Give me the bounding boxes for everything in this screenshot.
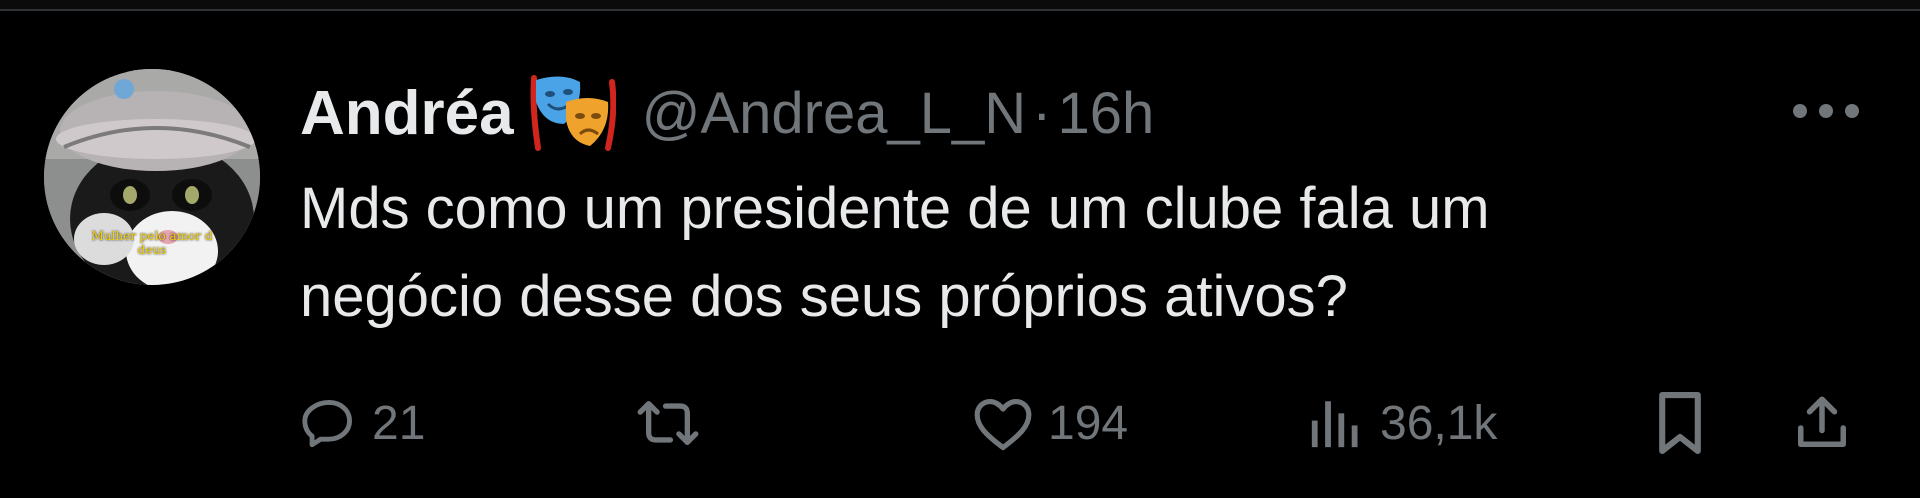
analytics-bars-icon: [1311, 401, 1358, 448]
avatar-caption-line2: deus: [137, 243, 167, 257]
bookmark-button[interactable]: [1654, 383, 1706, 463]
tweet-header: Andréa @Andrea_L_N · 16h: [300, 75, 1155, 151]
tweet-text-line2: negócio desse dos seus próprios ativos?: [300, 264, 1348, 329]
more-options-button[interactable]: [1786, 89, 1866, 133]
reply-count: 21: [372, 396, 426, 450]
avatar-caption-line1: Mulher pelo amor d: [91, 229, 213, 243]
bookmark-icon: [1659, 392, 1701, 454]
like-button[interactable]: 194: [972, 383, 1128, 463]
action-bar: 21 194 36,1k: [0, 383, 1920, 463]
views-button[interactable]: 36,1k: [1306, 383, 1497, 463]
share-upload-icon: [1798, 396, 1846, 447]
view-count: 36,1k: [1380, 396, 1498, 450]
avatar[interactable]: Mulher pelo amor d deus: [44, 69, 260, 285]
repost-button[interactable]: [636, 383, 714, 463]
tweet[interactable]: Mulher pelo amor d deus Andréa @Andrea_L…: [0, 13, 1920, 498]
avatar-caption: Mulher pelo amor d deus: [44, 229, 260, 257]
tweet-text: Mds como um presidente de um clube fala …: [300, 165, 1860, 341]
repost-icon: [637, 401, 699, 445]
performing-arts-emoji-icon: [528, 72, 616, 154]
like-count: 194: [1048, 396, 1129, 450]
share-button[interactable]: [1792, 383, 1852, 463]
post-time[interactable]: 16h: [1058, 80, 1155, 147]
top-divider: [0, 0, 1920, 11]
header-separator: ·: [1032, 80, 1052, 146]
display-name[interactable]: Andréa: [300, 78, 514, 149]
reply-button[interactable]: 21: [300, 383, 425, 463]
tweet-text-line1: Mds como um presidente de um clube fala …: [300, 176, 1490, 241]
author-handle[interactable]: @Andrea_L_N: [642, 80, 1027, 147]
reply-bubble-icon: [302, 400, 352, 448]
heart-icon: [974, 398, 1032, 451]
more-horizontal-icon: [1793, 104, 1859, 118]
